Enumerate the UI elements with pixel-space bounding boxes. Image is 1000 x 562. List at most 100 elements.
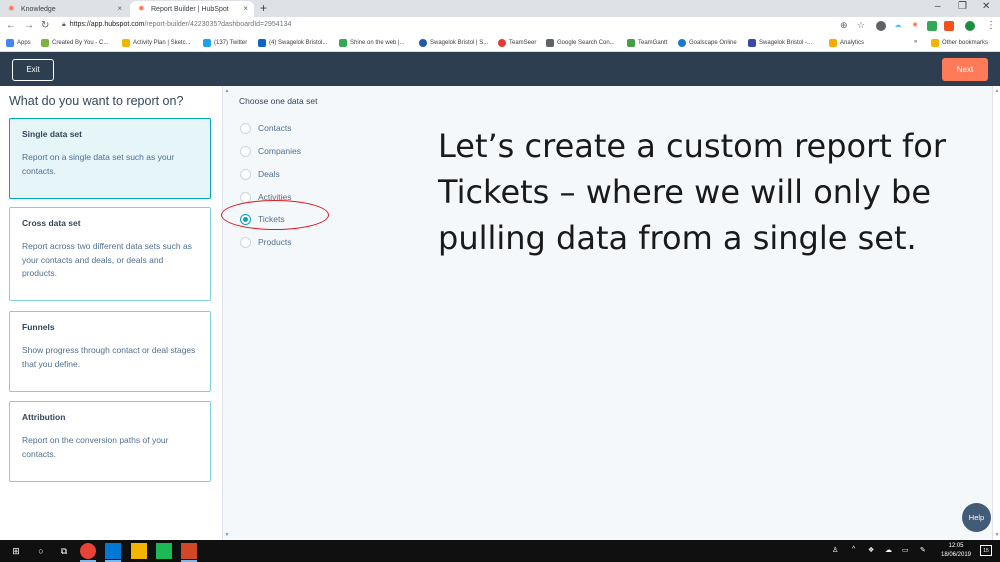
help-button[interactable]: Help bbox=[962, 503, 991, 532]
zoom-icon[interactable]: ⊕ bbox=[840, 20, 848, 31]
bookmark-icon bbox=[627, 39, 635, 47]
scroll-down-icon[interactable]: ▼ bbox=[993, 532, 1000, 538]
next-button[interactable]: Next bbox=[942, 58, 988, 81]
card-attribution[interactable]: Attribution Report on the conversion pat… bbox=[9, 401, 211, 482]
reload-icon[interactable]: ↻ bbox=[41, 20, 49, 31]
cloud-extension-icon[interactable]: ☁ bbox=[893, 21, 903, 31]
radio-option-tickets[interactable]: Tickets bbox=[240, 213, 285, 225]
task-view-icon[interactable]: ⧉ bbox=[56, 543, 72, 559]
radio-option-companies[interactable]: Companies bbox=[240, 145, 301, 157]
radio-icon[interactable] bbox=[240, 145, 251, 157]
card-funnels[interactable]: Funnels Show progress through contact or… bbox=[9, 311, 211, 392]
profile-avatar-icon[interactable] bbox=[965, 21, 975, 31]
card-description: Report on a single data set such as your… bbox=[22, 152, 175, 176]
apps-icon bbox=[6, 39, 14, 47]
powerpoint-icon[interactable] bbox=[181, 543, 197, 562]
bookmark-icon bbox=[419, 39, 427, 47]
file-explorer-icon[interactable] bbox=[131, 543, 147, 559]
option-label: Tickets bbox=[258, 214, 285, 224]
pen-icon[interactable]: ✎ bbox=[920, 546, 926, 554]
bookmark-item[interactable]: Activity Plan | Sketc... bbox=[122, 39, 191, 47]
card-description: Report on the conversion paths of your c… bbox=[22, 435, 169, 459]
radio-icon[interactable] bbox=[240, 168, 251, 180]
bookmark-item[interactable]: Analytics bbox=[829, 39, 864, 47]
notification-center-icon[interactable]: 15 bbox=[980, 545, 992, 556]
radio-option-deals[interactable]: Deals bbox=[240, 168, 280, 180]
radio-icon[interactable] bbox=[240, 122, 251, 134]
minimize-button[interactable]: – bbox=[935, 1, 941, 12]
bookmark-item[interactable]: Goalscape Online bbox=[678, 39, 737, 47]
url-path: /report-builder/4223035?dashboardId=2954… bbox=[144, 21, 292, 28]
bookmark-item[interactable]: Apps bbox=[6, 39, 31, 47]
bookmark-item[interactable]: (4) Swagelok Bristol... bbox=[258, 39, 327, 47]
scroll-up-icon[interactable]: ▲ bbox=[993, 88, 1000, 94]
radio-checked-icon[interactable] bbox=[240, 213, 251, 225]
radio-option-products[interactable]: Products bbox=[240, 236, 292, 248]
bookmark-item[interactable]: Google Search Con... bbox=[546, 39, 615, 47]
extension-icon[interactable] bbox=[876, 21, 886, 31]
windows-start-icon[interactable]: ⊞ bbox=[8, 543, 24, 559]
bookmark-icon bbox=[678, 39, 686, 47]
search-icon[interactable]: ○ bbox=[33, 543, 49, 559]
tab-close-icon[interactable]: × bbox=[117, 4, 122, 13]
forward-arrow-icon[interactable]: → bbox=[24, 20, 34, 31]
twitter-icon bbox=[203, 39, 211, 47]
card-description: Show progress through contact or deal st… bbox=[22, 345, 196, 369]
windows-taskbar: ⊞ ○ ⧉ ♙ ^ ❖ ☁ ▭ ✎ 12:05 18/06/2019 15 bbox=[0, 540, 1000, 562]
linkedin-icon bbox=[258, 39, 266, 47]
dropbox-icon[interactable]: ❖ bbox=[868, 546, 874, 554]
other-bookmarks[interactable]: Other bookmarks bbox=[931, 39, 988, 47]
new-tab-button[interactable]: + bbox=[260, 1, 267, 15]
option-label: Activities bbox=[258, 192, 292, 202]
grammarly-extension-icon[interactable] bbox=[927, 21, 937, 31]
card-title: Cross data set bbox=[22, 218, 81, 228]
bookmarks-overflow-icon[interactable]: » bbox=[914, 39, 917, 45]
office-extension-icon[interactable] bbox=[944, 21, 954, 31]
browser-tab-knowledge[interactable]: ✹ Knowledge × bbox=[0, 1, 128, 17]
app-icon[interactable] bbox=[156, 543, 172, 559]
taskbar-clock[interactable]: 12:05 18/06/2019 bbox=[938, 542, 974, 560]
bookmark-icon bbox=[122, 39, 130, 47]
people-icon[interactable]: ♙ bbox=[832, 546, 838, 554]
tab-label: Report Builder | HubSpot bbox=[151, 5, 229, 13]
url-field[interactable]: 🔒︎ https://app.hubspot.com/report-builder… bbox=[62, 21, 291, 29]
exit-button[interactable]: Exit bbox=[12, 59, 54, 81]
card-title: Attribution bbox=[22, 412, 66, 422]
battery-icon[interactable]: ▭ bbox=[902, 546, 909, 554]
lock-icon: 🔒︎ bbox=[62, 21, 66, 28]
clock-date: 18/06/2019 bbox=[940, 552, 972, 558]
hubspot-extension-icon[interactable]: ✹ bbox=[910, 21, 920, 31]
bookmark-item[interactable]: TeamGantt bbox=[627, 39, 667, 47]
browser-tab-report-builder[interactable]: ✹ Report Builder | HubSpot × bbox=[130, 1, 254, 17]
restore-button[interactable]: ❐ bbox=[958, 1, 967, 12]
outlook-icon[interactable] bbox=[105, 543, 121, 562]
tab-close-icon[interactable]: × bbox=[243, 4, 248, 13]
bookmark-icon bbox=[498, 39, 506, 47]
left-panel-scrollbar[interactable]: ▲ ▼ bbox=[222, 86, 230, 540]
tab-label: Knowledge bbox=[21, 5, 56, 13]
tray-chevron-icon[interactable]: ^ bbox=[852, 546, 855, 553]
onedrive-icon[interactable]: ☁ bbox=[885, 546, 892, 554]
main-scrollbar[interactable]: ▲ ▼ bbox=[992, 86, 1000, 540]
bookmark-icon bbox=[748, 39, 756, 47]
window-close-button[interactable]: ✕ bbox=[982, 1, 990, 12]
option-label: Contacts bbox=[258, 123, 292, 133]
card-cross-data-set[interactable]: Cross data set Report across two differe… bbox=[9, 207, 211, 301]
chrome-icon[interactable] bbox=[80, 543, 96, 562]
bookmark-item[interactable]: Shine on the web |... bbox=[339, 39, 405, 47]
bookmark-item[interactable]: Swagelok Bristol | S... bbox=[419, 39, 488, 47]
bookmark-star-icon[interactable]: ☆ bbox=[857, 20, 865, 31]
bookmark-item[interactable]: Created By You - C... bbox=[41, 39, 108, 47]
back-arrow-icon[interactable]: ← bbox=[6, 20, 16, 31]
radio-option-activities[interactable]: Activities bbox=[240, 191, 292, 203]
radio-option-contacts[interactable]: Contacts bbox=[240, 122, 292, 134]
option-label: Products bbox=[258, 237, 292, 247]
bookmark-item[interactable]: Swagelok Bristol -... bbox=[748, 39, 812, 47]
radio-icon[interactable] bbox=[240, 191, 251, 203]
card-single-data-set[interactable]: Single data set Report on a single data … bbox=[9, 118, 211, 199]
report-type-panel: What do you want to report on? Single da… bbox=[0, 86, 222, 540]
radio-icon[interactable] bbox=[240, 236, 251, 248]
browser-menu-icon[interactable]: ⋮ bbox=[986, 20, 996, 31]
bookmark-item[interactable]: TeamSeer bbox=[498, 39, 536, 47]
bookmark-item[interactable]: (137) Twitter bbox=[203, 39, 247, 47]
